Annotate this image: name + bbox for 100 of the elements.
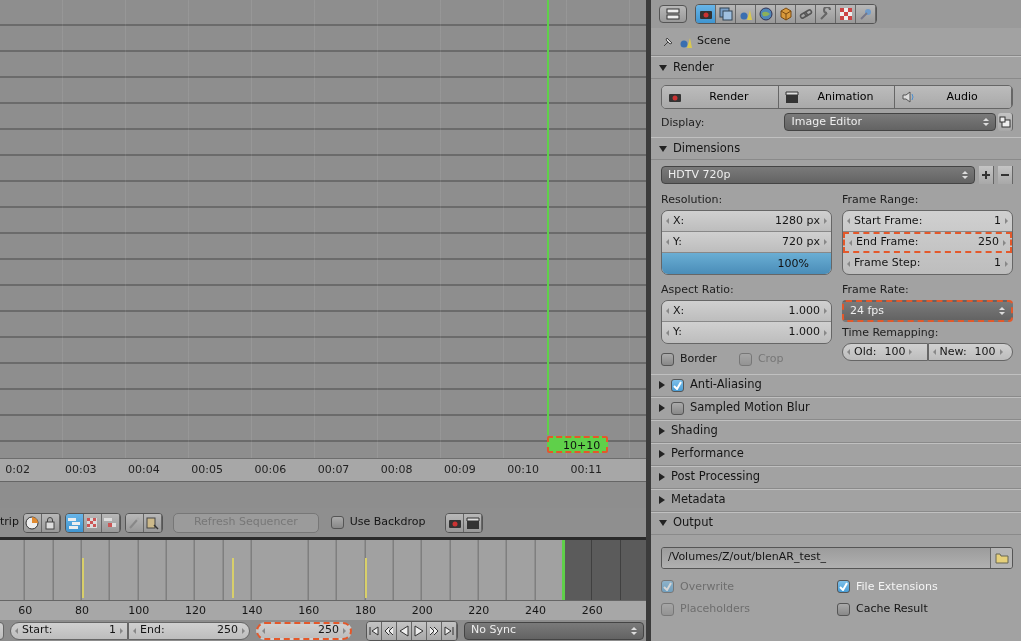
checkbox[interactable] <box>837 602 850 616</box>
render-button[interactable]: Render <box>662 86 779 108</box>
editor-type-button[interactable] <box>659 5 687 23</box>
playback-button[interactable] <box>427 621 442 640</box>
increment-arrow-icon <box>999 349 1003 355</box>
number-field[interactable]: Old: 100 <box>842 343 928 361</box>
clapperboard-icon <box>465 515 480 530</box>
number-field[interactable]: End Frame: 250 <box>843 232 1012 253</box>
frame-number: 80 <box>74 603 91 619</box>
ruler-label: 0:02 <box>4 462 31 478</box>
percentage-slider[interactable]: 100% <box>662 253 831 274</box>
toggle-button[interactable] <box>65 513 84 532</box>
add-preset-button[interactable] <box>979 166 994 184</box>
panel-header[interactable]: Output <box>651 511 1021 535</box>
editor-type-icon <box>666 8 680 20</box>
panel-header[interactable]: Dimensions <box>651 137 1021 160</box>
ruler-label: 00:05 <box>190 462 224 478</box>
checkbox[interactable] <box>837 580 850 594</box>
new-window-button[interactable] <box>998 113 1013 131</box>
number-field[interactable]: Y: 1.000 <box>662 322 831 343</box>
number-field[interactable]: New: 100 <box>927 343 1013 361</box>
ruler-label: 00:03 <box>63 462 98 478</box>
increment-arrow-icon <box>824 329 827 336</box>
strips-checker-icon <box>103 515 118 530</box>
checker-icon <box>85 515 100 530</box>
toggle-button[interactable] <box>143 513 162 532</box>
frame-number: 120 <box>183 603 207 619</box>
number-field[interactable]: X: 1280 px <box>662 211 831 232</box>
toggle-button[interactable] <box>83 513 102 532</box>
previous-keyframe-icon <box>383 624 395 637</box>
toggle-button[interactable] <box>101 513 120 532</box>
clipboard-icon <box>145 515 160 530</box>
properties-tab[interactable] <box>816 5 836 23</box>
jump-start-icon <box>368 624 380 637</box>
current-frame-field[interactable]: 250 <box>256 621 352 640</box>
playback-button[interactable] <box>397 621 412 640</box>
strip-menu[interactable]: trip <box>0 514 19 531</box>
display-dropdown[interactable]: Image Editor <box>784 113 996 131</box>
frame-number: 60 <box>17 603 34 619</box>
frame-rate-dropdown[interactable]: 24 fps <box>842 300 1013 322</box>
decrement-arrow-icon <box>847 218 850 224</box>
section-label: Frame Rate: <box>842 282 910 297</box>
spinner-arrows-icon <box>962 171 968 179</box>
panel-header[interactable]: Metadata <box>651 488 1021 512</box>
section-label: Aspect Ratio: <box>661 282 735 297</box>
spinner-arrows-icon <box>999 307 1005 315</box>
clapperboard-icon <box>784 90 799 104</box>
panel-header[interactable]: Sampled Motion Blur <box>651 396 1021 420</box>
window-icon <box>999 116 1011 128</box>
number-field[interactable]: Y: 720 px <box>662 232 831 253</box>
toggle-button[interactable] <box>41 513 60 532</box>
number-field[interactable]: Frame Step: 1 <box>843 253 1012 274</box>
panel-header[interactable]: Post Processing <box>651 465 1021 489</box>
number-field[interactable]: Start Frame: 1 <box>843 211 1012 232</box>
preset-dropdown[interactable]: HDTV 720p <box>661 166 975 184</box>
remove-preset-button[interactable] <box>998 166 1013 184</box>
toggle-button[interactable] <box>23 513 42 532</box>
playback-button[interactable] <box>442 621 457 640</box>
ruler-label: 00:09 <box>443 462 477 478</box>
increment-arrow-icon <box>909 349 913 355</box>
plus-icon <box>981 170 991 180</box>
expand-triangle-icon <box>659 450 665 458</box>
render-image-button[interactable] <box>446 513 465 532</box>
render-button[interactable]: Audio <box>895 86 1012 108</box>
playback-button[interactable] <box>367 621 382 640</box>
render-animation-button[interactable] <box>464 513 483 532</box>
keyframe-marker <box>365 558 367 598</box>
ruler-label: 00:07 <box>316 462 351 478</box>
increment-arrow-icon <box>120 627 123 634</box>
properties-tab[interactable] <box>836 5 856 23</box>
spinner-arrows-icon <box>983 118 989 126</box>
panel-header[interactable]: Anti-Aliasing <box>651 373 1021 397</box>
lock-icon <box>43 515 58 530</box>
panel-header[interactable]: Performance <box>651 442 1021 466</box>
properties-tab[interactable] <box>716 5 736 23</box>
properties-tab[interactable] <box>736 5 756 23</box>
properties-tab[interactable] <box>776 5 796 23</box>
render-button[interactable]: Animation <box>778 86 896 108</box>
properties-tab[interactable] <box>796 5 816 23</box>
increment-arrow-icon <box>242 627 245 634</box>
checkbox[interactable] <box>661 352 674 366</box>
sync-dropdown[interactable]: No Sync <box>464 621 644 640</box>
panel-header[interactable]: Shading <box>651 419 1021 443</box>
properties-tab[interactable] <box>756 5 776 23</box>
start-field[interactable]: Start: 1 <box>10 621 128 640</box>
play-icon <box>413 624 425 637</box>
panel-header[interactable]: Render <box>651 56 1021 79</box>
properties-tab[interactable] <box>696 5 716 23</box>
decrement-arrow-icon <box>262 627 265 634</box>
end-field[interactable]: End: 250 <box>128 621 250 640</box>
playback-button[interactable] <box>382 621 397 640</box>
checkbox[interactable] <box>671 378 684 392</box>
properties-tab[interactable] <box>856 5 876 23</box>
checkbox-label: Cache Result <box>856 601 928 617</box>
playback-button[interactable] <box>412 621 427 640</box>
checkbox[interactable] <box>671 401 684 415</box>
frame-number: 220 <box>467 603 491 619</box>
number-field[interactable]: X: 1.000 <box>662 301 831 322</box>
checkbox[interactable] <box>330 516 344 529</box>
checkmark-icon <box>839 582 848 592</box>
